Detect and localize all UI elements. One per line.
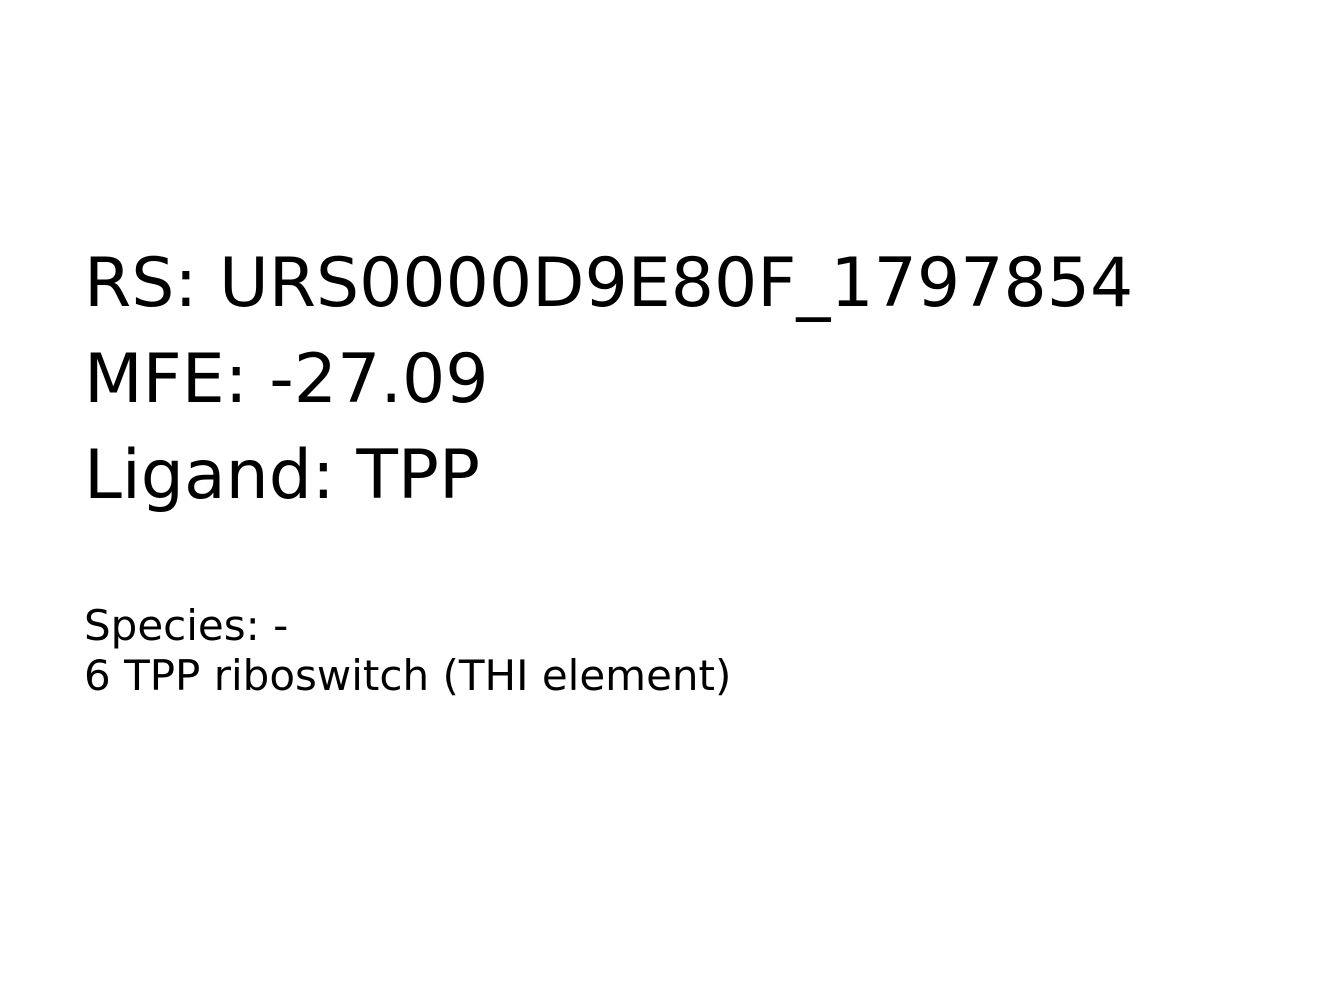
- ligand-label: Ligand: TPP: [84, 436, 480, 515]
- species-label: Species: -: [84, 601, 289, 650]
- rs-id-label: RS: URS0000D9E80F_1797854: [84, 244, 1134, 323]
- description-label: 6 TPP riboswitch (THI element): [84, 651, 732, 700]
- mfe-label: MFE: -27.09: [84, 340, 489, 419]
